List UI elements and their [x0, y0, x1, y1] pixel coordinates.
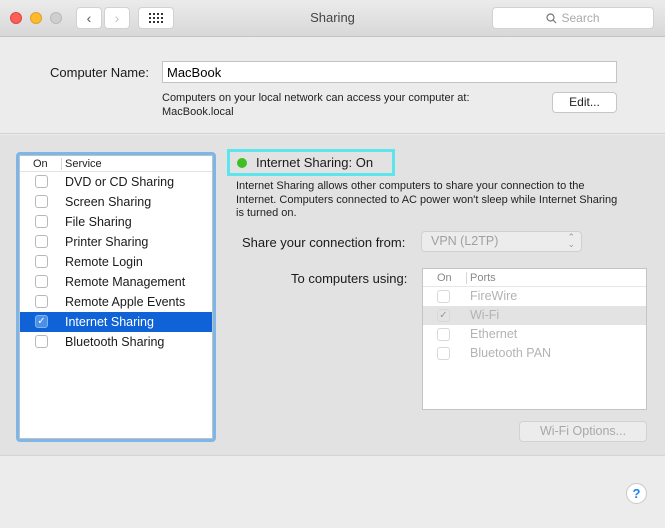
service-label: Remote Apple Events	[65, 295, 186, 309]
service-row[interactable]: Bluetooth Sharing	[20, 332, 212, 352]
service-row[interactable]: Remote Management	[20, 272, 212, 292]
status-indicator: Internet Sharing: On	[227, 149, 395, 176]
share-from-value: VPN (L2TP)	[431, 234, 499, 248]
service-checkbox[interactable]: ✓	[35, 315, 48, 328]
port-label: FireWire	[470, 289, 518, 303]
service-label: Remote Login	[65, 255, 143, 269]
service-row[interactable]: File Sharing	[20, 212, 212, 232]
service-checkbox[interactable]	[35, 215, 48, 228]
computer-name-section: Computer Name: Computers on your local n…	[0, 38, 665, 134]
services-section: On Service DVD or CD Sharing Screen Shari…	[0, 135, 665, 456]
share-from-select[interactable]: VPN (L2TP) ⌃ ⌄	[421, 231, 582, 252]
title-bar: ‹ › Sharing Search	[0, 0, 665, 37]
service-checkbox[interactable]	[35, 255, 48, 268]
share-from-label: Share your connection from:	[242, 235, 406, 250]
updown-chevron-icon: ⌃ ⌄	[567, 232, 575, 249]
service-label: Printer Sharing	[65, 235, 149, 249]
service-checkbox[interactable]	[35, 235, 48, 248]
column-header-service[interactable]: Service	[65, 158, 102, 170]
search-field[interactable]: Search	[492, 7, 654, 29]
port-row[interactable]: FireWire	[423, 287, 646, 306]
service-row[interactable]: Screen Sharing	[20, 192, 212, 212]
service-label: Screen Sharing	[65, 195, 152, 209]
service-row[interactable]: ✓ Internet Sharing	[20, 312, 212, 332]
service-checkbox[interactable]	[35, 175, 48, 188]
service-row[interactable]: Remote Apple Events	[20, 292, 212, 312]
service-checkbox[interactable]	[35, 275, 48, 288]
service-label: Remote Management	[65, 275, 186, 289]
column-header-on[interactable]: On	[33, 158, 48, 170]
search-placeholder: Search	[561, 11, 600, 25]
computer-name-input[interactable]	[162, 61, 617, 83]
service-row[interactable]: DVD or CD Sharing	[20, 172, 212, 192]
port-row[interactable]: ✓ Wi-Fi	[423, 306, 646, 325]
help-button[interactable]: ?	[626, 483, 647, 504]
service-list-header: On Service	[20, 156, 212, 172]
port-row[interactable]: Bluetooth PAN	[423, 344, 646, 363]
service-row[interactable]: Printer Sharing	[20, 232, 212, 252]
port-checkbox[interactable]	[437, 290, 450, 303]
service-checkbox[interactable]	[35, 195, 48, 208]
service-label: Bluetooth Sharing	[65, 335, 165, 349]
port-checkbox[interactable]	[437, 328, 450, 341]
port-checkbox[interactable]: ✓	[437, 309, 450, 322]
status-text: Internet Sharing: On	[256, 155, 374, 170]
to-computers-label: To computers using:	[291, 271, 408, 286]
footer	[0, 457, 665, 528]
port-checkbox[interactable]	[437, 347, 450, 360]
port-label: Ethernet	[470, 327, 518, 341]
checkmark-icon: ✓	[439, 310, 448, 321]
ports-list[interactable]: On Ports FireWire ✓ Wi-Fi Ethernet Bluetooth…	[422, 268, 647, 410]
service-checkbox[interactable]	[35, 335, 48, 348]
column-header-on[interactable]: On	[437, 272, 452, 284]
service-label: Internet Sharing	[65, 315, 154, 329]
service-label: File Sharing	[65, 215, 132, 229]
computer-name-description: Computers on your local network can acce…	[162, 92, 470, 118]
wifi-options-button[interactable]: Wi-Fi Options...	[519, 421, 647, 442]
local-hostname: MacBook.local	[162, 106, 234, 118]
service-row[interactable]: Remote Login	[20, 252, 212, 272]
port-label: Wi-Fi	[470, 308, 500, 322]
search-icon	[546, 12, 557, 23]
computer-name-label: Computer Name:	[50, 65, 149, 80]
edit-button[interactable]: Edit...	[552, 92, 617, 113]
service-label: DVD or CD Sharing	[65, 175, 175, 189]
service-list[interactable]: On Service DVD or CD Sharing Screen Shari…	[16, 152, 216, 442]
service-checkbox[interactable]	[35, 295, 48, 308]
ports-list-header: On Ports	[423, 269, 646, 287]
column-header-ports[interactable]: Ports	[470, 272, 496, 284]
status-dot-icon	[237, 158, 247, 168]
port-row[interactable]: Ethernet	[423, 325, 646, 344]
service-description: Internet Sharing allows other computers …	[236, 180, 618, 219]
checkmark-icon: ✓	[37, 316, 46, 327]
port-label: Bluetooth PAN	[470, 346, 552, 360]
